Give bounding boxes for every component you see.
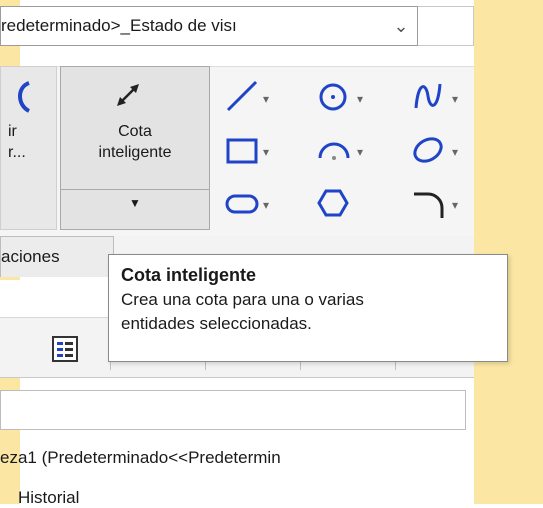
circle-dropdown-icon[interactable]: ▾ xyxy=(357,92,363,106)
smart-dimension-icon xyxy=(117,84,139,106)
ribbon-left-label: ir r... xyxy=(8,123,26,161)
right-frame-border xyxy=(474,0,543,504)
line-icon[interactable] xyxy=(224,78,260,114)
configuration-dropdown[interactable]: redeterminado>_Estado de visı xyxy=(0,6,418,46)
smart-dimension-dropdown-icon[interactable]: ▼ xyxy=(60,196,210,210)
rectangle-dropdown-icon[interactable]: ▾ xyxy=(263,145,269,159)
line-dropdown-icon[interactable]: ▾ xyxy=(263,92,269,106)
tab-operaciones-label: aciones xyxy=(1,247,60,266)
feature-filter-input[interactable] xyxy=(0,390,466,430)
smart-dimension-label: Cota inteligente xyxy=(98,123,172,161)
arc-dropdown-icon[interactable]: ▾ xyxy=(357,145,363,159)
fillet-dropdown-icon[interactable]: ▾ xyxy=(452,198,458,212)
circle-icon[interactable] xyxy=(316,80,350,114)
tooltip-description-line1: Crea una cota para una o varias xyxy=(121,290,364,309)
tooltip-title: Cota inteligente xyxy=(121,265,257,285)
tool-icon xyxy=(18,81,31,113)
spline-dropdown-icon[interactable]: ▾ xyxy=(452,92,458,106)
polygon-icon[interactable] xyxy=(316,186,350,220)
arc-icon[interactable] xyxy=(316,132,352,168)
tooltip-description-line2: entidades seleccionadas. xyxy=(121,314,312,333)
slot-dropdown-icon[interactable]: ▾ xyxy=(263,198,269,212)
history-tree-item[interactable]: Historial xyxy=(18,488,79,508)
ellipse-icon[interactable] xyxy=(410,132,446,168)
fillet-icon[interactable] xyxy=(410,186,446,220)
tab-operaciones[interactable]: aciones xyxy=(0,236,114,277)
feature-tree-icon[interactable] xyxy=(50,334,80,364)
spline-icon[interactable] xyxy=(410,78,446,114)
combo-spacer xyxy=(418,6,474,46)
configuration-value: redeterminado>_Estado de visı xyxy=(1,16,237,35)
part-tree-item[interactable]: eza1 (Predeterminado<<Predetermin xyxy=(0,448,281,468)
smart-dimension-tooltip: Cota inteligente Crea una cota para una … xyxy=(108,254,508,362)
rectangle-icon[interactable] xyxy=(224,132,260,168)
slot-icon[interactable] xyxy=(224,188,260,218)
ellipse-dropdown-icon[interactable]: ▾ xyxy=(452,145,458,159)
chevron-down-icon[interactable]: ⌄ xyxy=(384,6,418,46)
